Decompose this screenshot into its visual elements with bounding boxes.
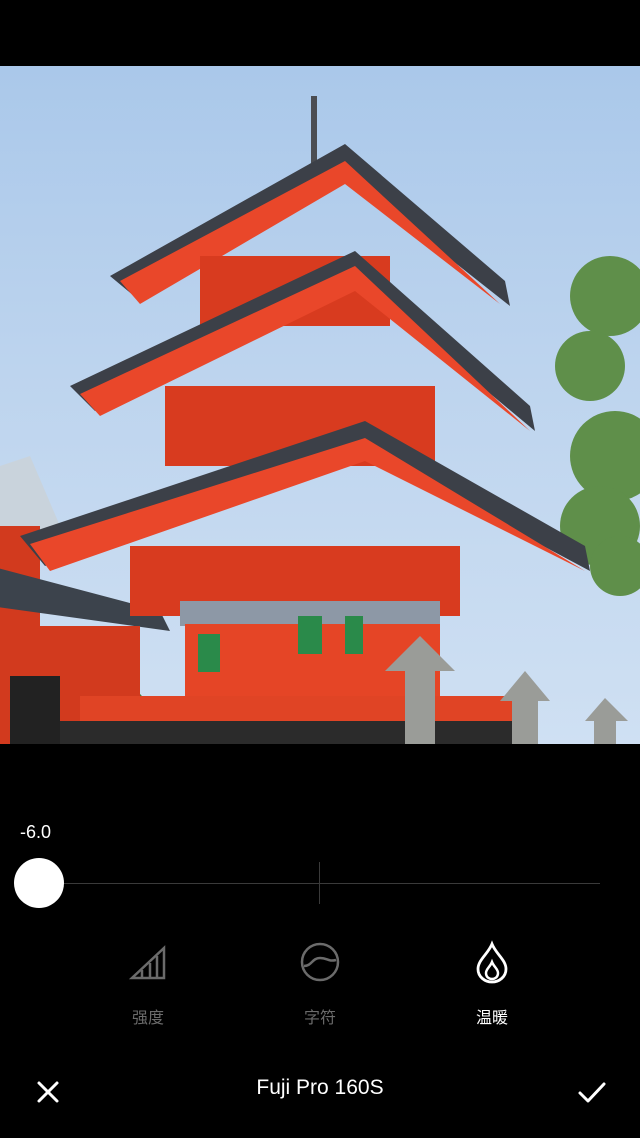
tool-warmth[interactable]: 温暖: [432, 940, 552, 1028]
character-icon: [300, 942, 340, 982]
tool-warmth-label: 温暖: [475, 1008, 508, 1027]
photo-preview: [0, 66, 640, 744]
checkmark-icon: [578, 1082, 606, 1103]
warmth-slider[interactable]: [14, 858, 606, 908]
tool-strength[interactable]: 强度: [88, 940, 208, 1028]
tool-character[interactable]: 字符: [260, 940, 380, 1028]
slider-thumb[interactable]: [14, 858, 64, 908]
warmth-icon: [476, 940, 508, 984]
filter-name: Fuji Pro 160S: [256, 1076, 384, 1099]
adjustment-value: -6.0: [20, 822, 52, 842]
slider-track[interactable]: [40, 883, 600, 884]
tool-character-label: 字符: [303, 1008, 336, 1027]
strength-icon: [128, 945, 166, 980]
tool-strength-label: 强度: [131, 1008, 164, 1027]
slider-center-mark: [319, 862, 320, 904]
adjustment-tools: 强度 字符 温暖: [0, 940, 640, 1040]
bottom-bar: Fuji Pro 160S: [0, 1058, 640, 1122]
confirm-button[interactable]: [572, 1072, 612, 1112]
pagoda-photo: [0, 96, 640, 744]
